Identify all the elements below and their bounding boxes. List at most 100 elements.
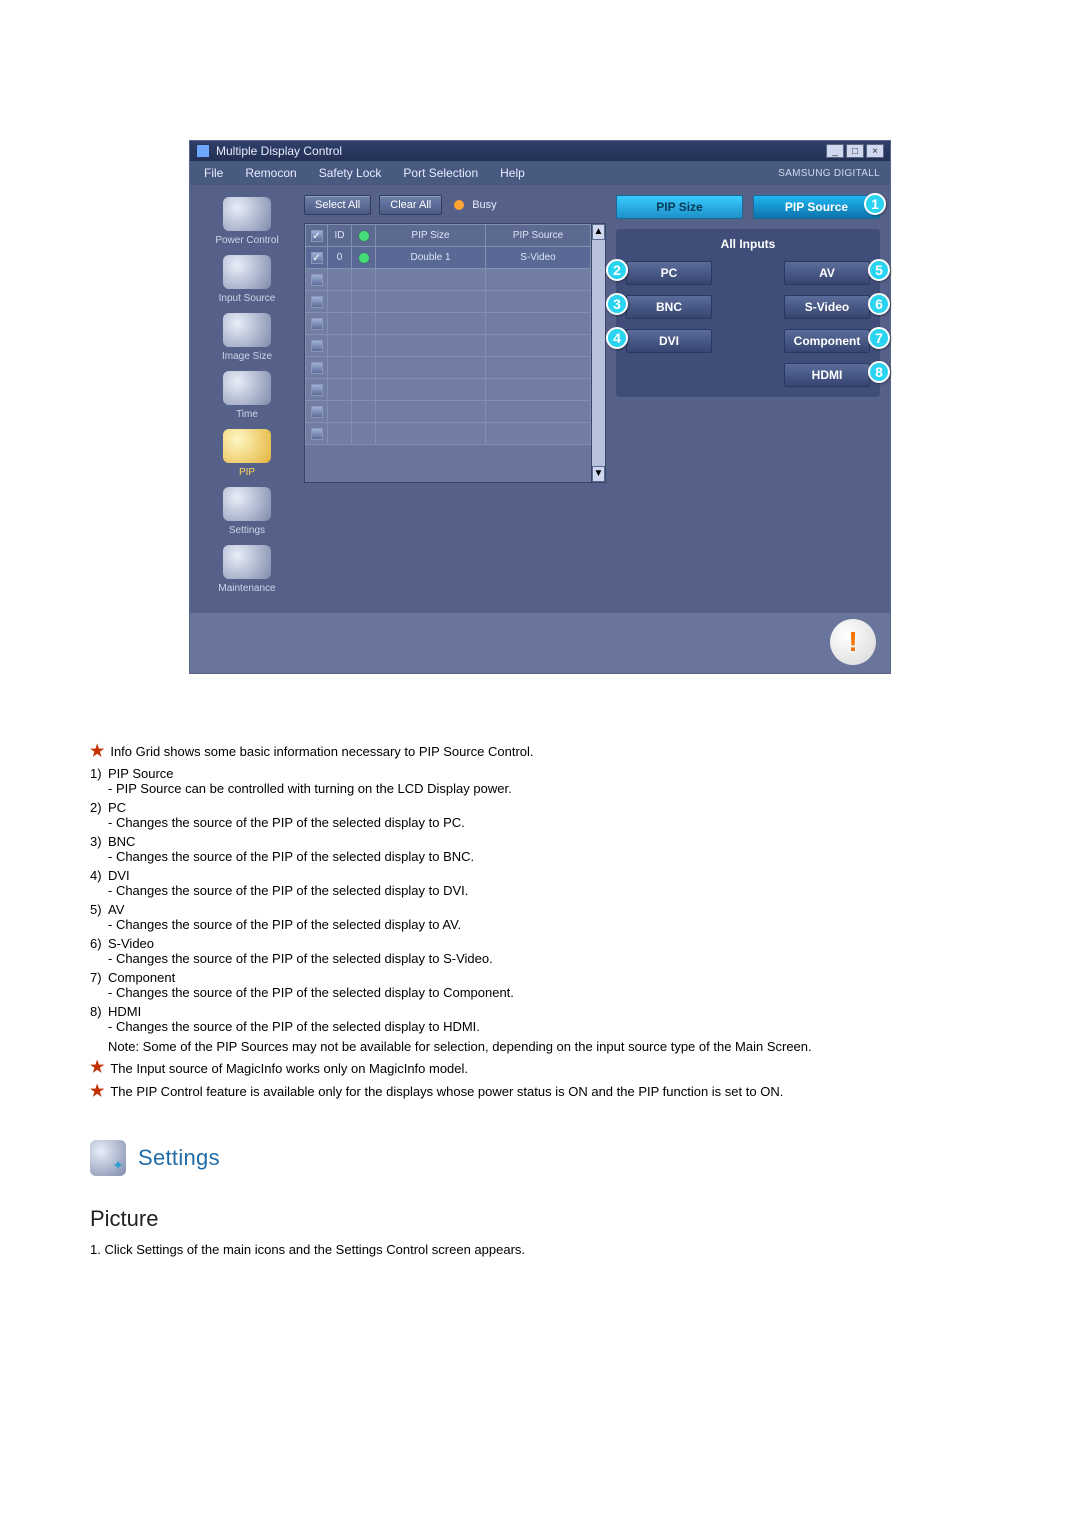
info-grid: ID PIP Size PIP Source 0 Double 1 S-Vide…: [304, 223, 606, 483]
list-item: 7)Component - Changes the source of the …: [90, 970, 990, 1000]
callout-2: 2: [606, 259, 628, 281]
table-row[interactable]: [306, 401, 591, 423]
settings-icon: [223, 487, 271, 521]
sidebar-item-time[interactable]: Time: [203, 369, 291, 421]
window-title: Multiple Display Control: [216, 141, 342, 161]
table-row[interactable]: [306, 379, 591, 401]
sidebar-label: Input Source: [203, 293, 291, 305]
col-pip-size: PIP Size: [376, 225, 486, 247]
select-all-button[interactable]: Select All: [304, 195, 371, 215]
list-item: 2)PC - Changes the source of the PIP of …: [90, 800, 990, 830]
pip-tab-row: PIP Size PIP Source: [616, 195, 880, 219]
row-checkbox[interactable]: [311, 296, 323, 308]
row-checkbox[interactable]: [311, 384, 323, 396]
callout-8: 8: [868, 361, 890, 383]
center-pane: Select All Clear All Busy ID PIP Size PI…: [304, 195, 606, 601]
callout-4: 4: [606, 327, 628, 349]
maximize-button[interactable]: □: [846, 144, 864, 158]
sidebar-item-pip[interactable]: PIP: [203, 427, 291, 479]
list-item: 4)DVI - Changes the source of the PIP of…: [90, 868, 990, 898]
callout-3: 3: [606, 293, 628, 315]
window-controls: _ □ ×: [826, 144, 884, 158]
sidebar-item-input-source[interactable]: Input Source: [203, 253, 291, 305]
menu-file[interactable]: File: [194, 163, 233, 183]
status-led-icon: [359, 231, 369, 241]
settings-heading: Settings: [138, 1145, 220, 1171]
table-row[interactable]: 0 Double 1 S-Video: [306, 247, 591, 269]
cell-pip-source: S-Video: [486, 247, 591, 269]
option-bnc[interactable]: BNC: [626, 295, 712, 319]
sidebar-label: Time: [203, 409, 291, 421]
option-hdmi[interactable]: HDMI: [784, 363, 870, 387]
app-body: Power Control Input Source Image Size Ti…: [190, 185, 890, 613]
intro-text: Info Grid shows some basic information n…: [110, 744, 533, 759]
sidebar-label: PIP: [203, 467, 291, 479]
note-text: Note: Some of the PIP Sources may not be…: [90, 1038, 990, 1056]
row-checkbox[interactable]: [311, 274, 323, 286]
callout-5: 5: [868, 259, 890, 281]
option-pc[interactable]: PC: [626, 261, 712, 285]
star-icon: ★: [90, 1084, 104, 1100]
table-row[interactable]: [306, 313, 591, 335]
row-checkbox[interactable]: [311, 362, 323, 374]
sidebar-label: Settings: [203, 525, 291, 537]
row-checkbox[interactable]: [311, 318, 323, 330]
table-row[interactable]: [306, 335, 591, 357]
minimize-button[interactable]: _: [826, 144, 844, 158]
option-dvi[interactable]: DVI: [626, 329, 712, 353]
col-id: ID: [328, 225, 352, 247]
alert-icon: !: [830, 619, 876, 665]
app-icon: [196, 144, 210, 158]
sidebar-item-maintenance[interactable]: Maintenance: [203, 543, 291, 595]
input-source-icon: [223, 255, 271, 289]
table-row[interactable]: [306, 291, 591, 313]
menu-safety-lock[interactable]: Safety Lock: [309, 163, 392, 183]
menu-help[interactable]: Help: [490, 163, 535, 183]
sidebar-item-settings[interactable]: Settings: [203, 485, 291, 537]
time-icon: [223, 371, 271, 405]
col-checkbox[interactable]: [306, 225, 328, 247]
menu-port-selection[interactable]: Port Selection: [393, 163, 488, 183]
pip-icon: [223, 429, 271, 463]
callout-7: 7: [868, 327, 890, 349]
sidebar-label: Image Size: [203, 351, 291, 363]
clear-all-button[interactable]: Clear All: [379, 195, 442, 215]
tab-pip-size[interactable]: PIP Size: [616, 195, 743, 219]
option-component[interactable]: Component: [784, 329, 870, 353]
close-button[interactable]: ×: [866, 144, 884, 158]
select-all-checkbox[interactable]: [311, 230, 323, 242]
table-row[interactable]: [306, 357, 591, 379]
note-line: ★ Info Grid shows some basic information…: [90, 744, 990, 760]
sidebar-item-image-size[interactable]: Image Size: [203, 311, 291, 363]
callout-6: 6: [868, 293, 890, 315]
tab-pip-source[interactable]: PIP Source: [753, 195, 880, 219]
power-icon: [223, 197, 271, 231]
scroll-down-icon[interactable]: ▼: [592, 466, 605, 482]
option-av[interactable]: AV: [784, 261, 870, 285]
table-row[interactable]: [306, 423, 591, 445]
pip-source-options: PC AV BNC S-Video DVI Component HDMI: [626, 261, 870, 387]
row-checkbox[interactable]: [311, 406, 323, 418]
list-item: 3)BNC - Changes the source of the PIP of…: [90, 834, 990, 864]
list-item: 5)AV - Changes the source of the PIP of …: [90, 902, 990, 932]
scroll-up-icon[interactable]: ▲: [592, 224, 605, 240]
sidebar-item-power-control[interactable]: Power Control: [203, 195, 291, 247]
menu-bar: File Remocon Safety Lock Port Selection …: [190, 161, 890, 185]
menu-remocon[interactable]: Remocon: [235, 163, 306, 183]
sidebar-label: Power Control: [203, 235, 291, 247]
grid-scrollbar[interactable]: ▲ ▼: [591, 224, 605, 482]
list-item: 1)PIP Source - PIP Source can be control…: [90, 766, 990, 796]
table-row[interactable]: [306, 269, 591, 291]
star-note-2: The Input source of MagicInfo works only…: [110, 1060, 468, 1078]
sidebar-label: Maintenance: [203, 583, 291, 595]
app-footer: !: [190, 613, 890, 673]
picture-heading: Picture: [90, 1206, 990, 1232]
row-checkbox[interactable]: [311, 340, 323, 352]
row-checkbox[interactable]: [311, 428, 323, 440]
row-checkbox[interactable]: [311, 252, 323, 264]
col-status: [352, 225, 376, 247]
title-bar: Multiple Display Control _ □ ×: [190, 141, 890, 161]
option-svideo[interactable]: S-Video: [784, 295, 870, 319]
cell-pip-size: Double 1: [376, 247, 486, 269]
picture-step: 1. Click Settings of the main icons and …: [90, 1242, 990, 1257]
